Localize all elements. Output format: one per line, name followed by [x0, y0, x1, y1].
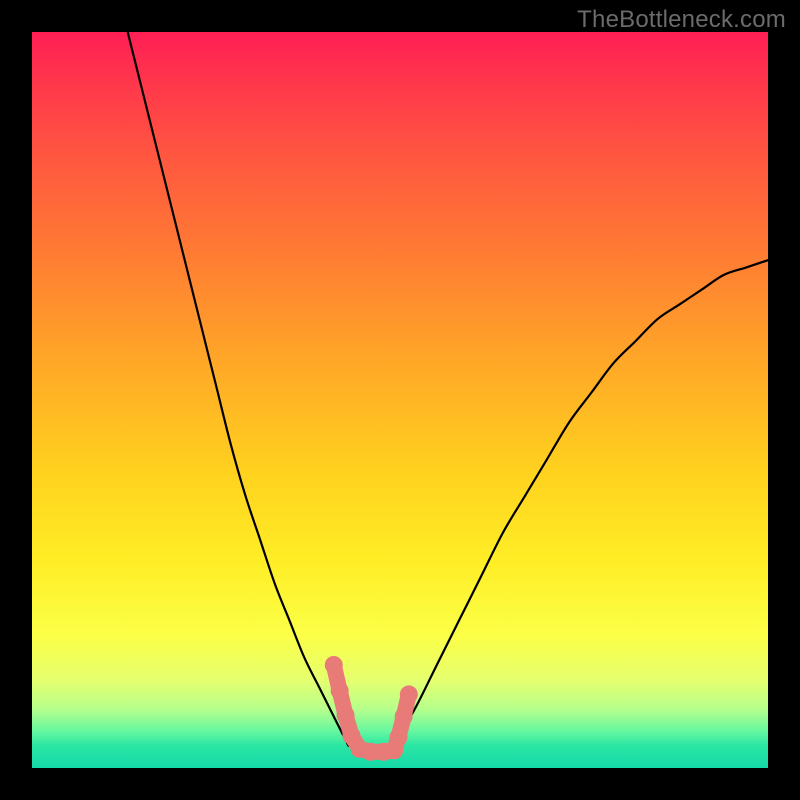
highlight-dot	[337, 706, 355, 724]
highlight-dot	[400, 685, 418, 703]
highlight-dot	[395, 707, 413, 725]
chart-svg	[32, 32, 768, 768]
chart-frame: TheBottleneck.com	[0, 0, 800, 800]
chart-plot-area	[32, 32, 768, 768]
series-left-curve	[128, 32, 349, 746]
watermark-text: TheBottleneck.com	[577, 6, 786, 34]
series-right-curve	[393, 260, 768, 746]
highlight-dot	[325, 656, 343, 674]
highlight-dot	[331, 682, 349, 700]
highlight-dot	[390, 728, 408, 746]
